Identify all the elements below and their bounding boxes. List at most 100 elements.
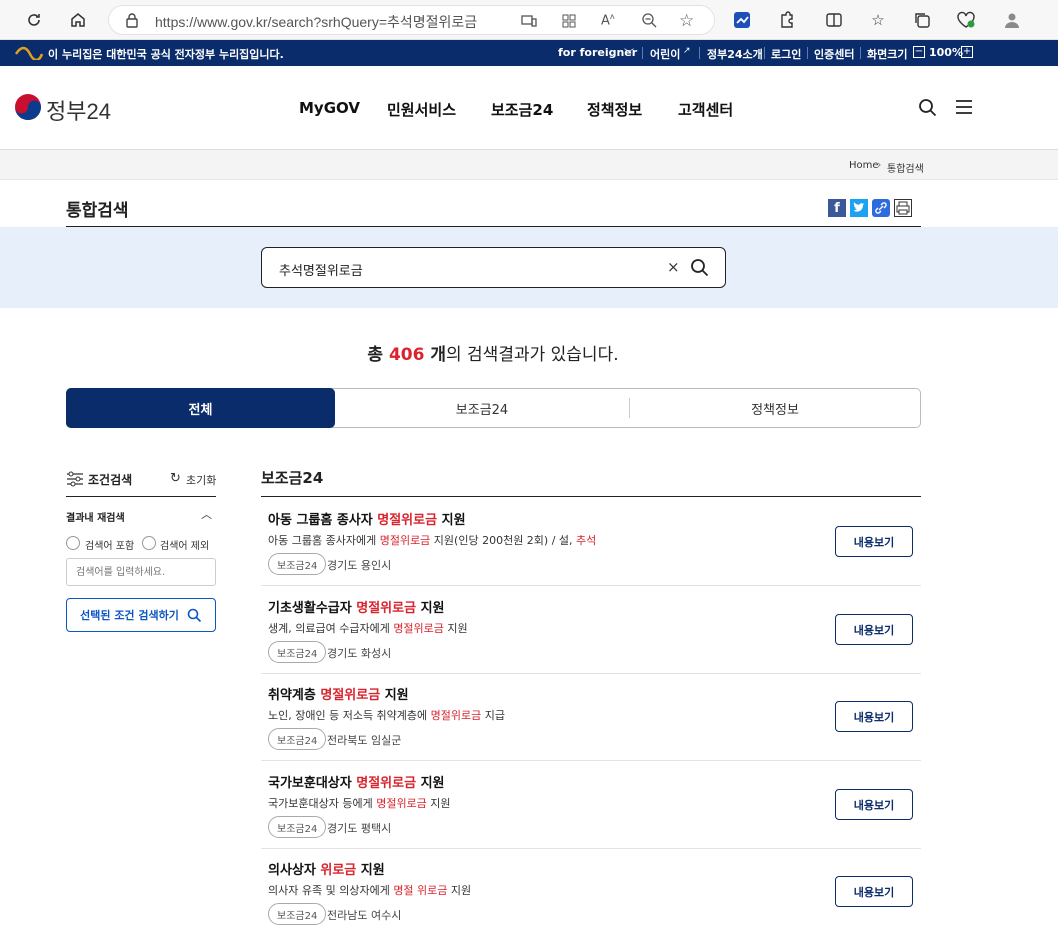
reset-button[interactable]: 초기화 <box>186 472 216 488</box>
kids-link[interactable]: 어린이 <box>650 46 680 62</box>
result-count: 406 <box>388 345 425 365</box>
apps-icon[interactable] <box>561 13 577 33</box>
facebook-icon[interactable]: f <box>828 199 846 217</box>
about-link[interactable]: 정부24소개 <box>707 46 763 62</box>
chevron-up-icon[interactable]: ︿ <box>201 506 212 522</box>
breadcrumb-home[interactable]: Home <box>849 160 879 171</box>
result-summary: 총 406 개의 검색결과가 있습니다. <box>0 340 986 365</box>
search-submit-icon[interactable] <box>690 258 710 282</box>
refresh-icon[interactable] <box>22 8 46 32</box>
view-details-button[interactable]: 내용보기 <box>835 701 913 732</box>
result-desc-highlight-2: 추석 <box>576 534 597 547</box>
summary-suffix: 의 검색결과가 있습니다. <box>446 345 619 365</box>
favorites-icon[interactable]: ☆ <box>866 8 890 32</box>
link-copy-icon[interactable] <box>872 199 890 217</box>
result-title[interactable]: 기초생활수급자 명절위로금 지원 <box>268 597 445 616</box>
url-text: https://www.gov.kr/search?srhQuery=추석명절위… <box>155 14 478 30</box>
result-desc-suffix: 지원(인당 200천원 2회) / 설, <box>430 534 577 547</box>
cert-center-link[interactable]: 인증센터 <box>814 46 854 62</box>
zoom-out-icon[interactable] <box>641 12 657 32</box>
read-aloud-icon[interactable]: Aʌ <box>601 12 615 28</box>
condition-search-button[interactable]: 선택된 조건 검색하기 <box>66 598 216 632</box>
nav-policy-info[interactable]: 정책정보 <box>587 99 642 120</box>
result-item: 기초생활수급자 명절위로금 지원생계, 의료급여 수급자에게 명절위로금 지원보… <box>261 586 921 674</box>
result-desc-text: 노인, 장애인 등 저소득 취약계층에 <box>268 709 431 722</box>
taegeuk-logo-icon[interactable] <box>14 93 42 125</box>
collections-icon[interactable] <box>910 8 934 32</box>
result-region: 경기도 화성시 <box>327 647 392 660</box>
device-icon[interactable] <box>521 13 537 32</box>
search-query: 추석명절위로금 <box>279 264 363 279</box>
condition-search-label: 선택된 조건 검색하기 <box>80 609 179 622</box>
result-region: 전라북도 임실군 <box>327 734 402 747</box>
result-title-highlight: 위로금 <box>320 863 357 878</box>
extensions-icon[interactable] <box>774 8 798 32</box>
result-category-tag: 보조금24 <box>268 553 327 575</box>
refine-keyword-input[interactable] <box>66 558 216 586</box>
breadcrumb: Home › 통합검색 <box>0 150 1058 180</box>
profile-icon[interactable] <box>1000 8 1024 32</box>
result-title-suffix: 지원 <box>416 601 445 616</box>
tab-all[interactable]: 전체 <box>66 388 335 428</box>
refine-section-title: 결과내 재검색 <box>66 513 125 524</box>
screen-size-label: 화면크기 <box>867 48 908 61</box>
split-screen-icon[interactable] <box>822 8 846 32</box>
lock-icon[interactable] <box>125 12 139 32</box>
result-item: 의사상자 위로금 지원 의사자 유족 및 의상자에게 명절 위로금 지원 보조금24… <box>261 848 921 936</box>
heart-pulse-icon[interactable] <box>954 8 978 32</box>
extension-chart-icon[interactable] <box>730 8 754 32</box>
clear-icon[interactable]: × <box>667 258 680 276</box>
nav-mygov[interactable]: MyGOV <box>299 99 360 117</box>
gov-official-banner: 이 누리집은 대한민국 공식 전자정부 누리집입니다. for foreigne… <box>0 40 1058 66</box>
view-details-button[interactable]: 내용보기 <box>835 876 913 907</box>
search-icon[interactable] <box>918 98 938 122</box>
result-title-text: 취약계층 <box>268 688 321 703</box>
tab-policy-info[interactable]: 정책정보 <box>630 388 920 428</box>
result-title[interactable]: 의사상자 위로금 지원 <box>268 859 385 878</box>
result-description: 생계, 의료급여 수급자에게 명절위로금 지원 <box>268 620 468 636</box>
result-desc-text: 국가보훈대상자 등에게 <box>268 797 377 810</box>
result-desc-text: 의사자 유족 및 의상자에게 <box>268 884 394 897</box>
result-category-tag: 보조금24 <box>268 641 327 663</box>
site-header: 정부24 MyGOV 민원서비스 보조금24 정책정보 고객센터 <box>0 66 1058 150</box>
zoom-plus-button[interactable]: + <box>961 46 973 58</box>
home-icon[interactable] <box>66 8 90 32</box>
summary-unit: 개 <box>424 345 446 365</box>
tab-subsidy24[interactable]: 보조금24 <box>335 388 629 428</box>
login-link[interactable]: 로그인 <box>771 46 801 62</box>
result-title[interactable]: 취약계층 명절위로금 지원 <box>268 684 409 703</box>
result-title[interactable]: 아동 그룹홈 종사자 명절위로금 지원 <box>268 509 466 528</box>
view-details-button[interactable]: 내용보기 <box>835 526 913 557</box>
reset-icon[interactable]: ↻ <box>170 471 181 486</box>
result-title-highlight: 명절위로금 <box>320 688 381 703</box>
filter-title: 조건검색 <box>88 473 133 487</box>
include-radio[interactable] <box>66 536 80 550</box>
result-desc-highlight: 명절위로금 <box>379 534 431 547</box>
favorite-star-icon[interactable]: ☆ <box>679 11 694 31</box>
print-icon[interactable] <box>894 199 912 217</box>
site-logo[interactable]: 정부24 <box>46 94 111 126</box>
summary-prefix: 총 <box>367 345 389 365</box>
nav-customer-center[interactable]: 고객센터 <box>678 99 733 120</box>
result-desc-suffix: 지원 <box>443 622 468 635</box>
result-description: 국가보훈대상자 등에게 명절위로금 지원 <box>268 795 451 811</box>
result-desc-suffix: 지원 <box>447 884 472 897</box>
exclude-radio[interactable] <box>142 536 156 550</box>
chevron-down-icon[interactable]: ﹀ <box>624 45 634 60</box>
page-title: 통합검색 <box>66 201 129 221</box>
external-link-icon: ↗ <box>683 46 691 56</box>
result-desc-highlight: 명절위로금 <box>393 622 444 635</box>
zoom-minus-button[interactable]: − <box>913 46 925 58</box>
view-details-button[interactable]: 내용보기 <box>835 789 913 820</box>
view-details-button[interactable]: 내용보기 <box>835 614 913 645</box>
twitter-icon[interactable] <box>850 199 868 217</box>
nav-civil-service[interactable]: 민원서비스 <box>387 99 456 120</box>
address-bar[interactable]: https://www.gov.kr/search?srhQuery=추석명절위… <box>108 5 715 35</box>
result-title[interactable]: 국가보훈대상자 명절위로금 지원 <box>268 772 445 791</box>
nav-subsidy24[interactable]: 보조금24 <box>491 99 553 120</box>
search-input[interactable]: 추석명절위로금 × <box>261 247 726 288</box>
result-title-highlight: 명절위로금 <box>356 776 417 791</box>
menu-icon[interactable] <box>955 99 973 119</box>
result-category-tag: 보조금24 <box>268 728 327 750</box>
result-title-suffix: 지원 <box>437 513 466 528</box>
